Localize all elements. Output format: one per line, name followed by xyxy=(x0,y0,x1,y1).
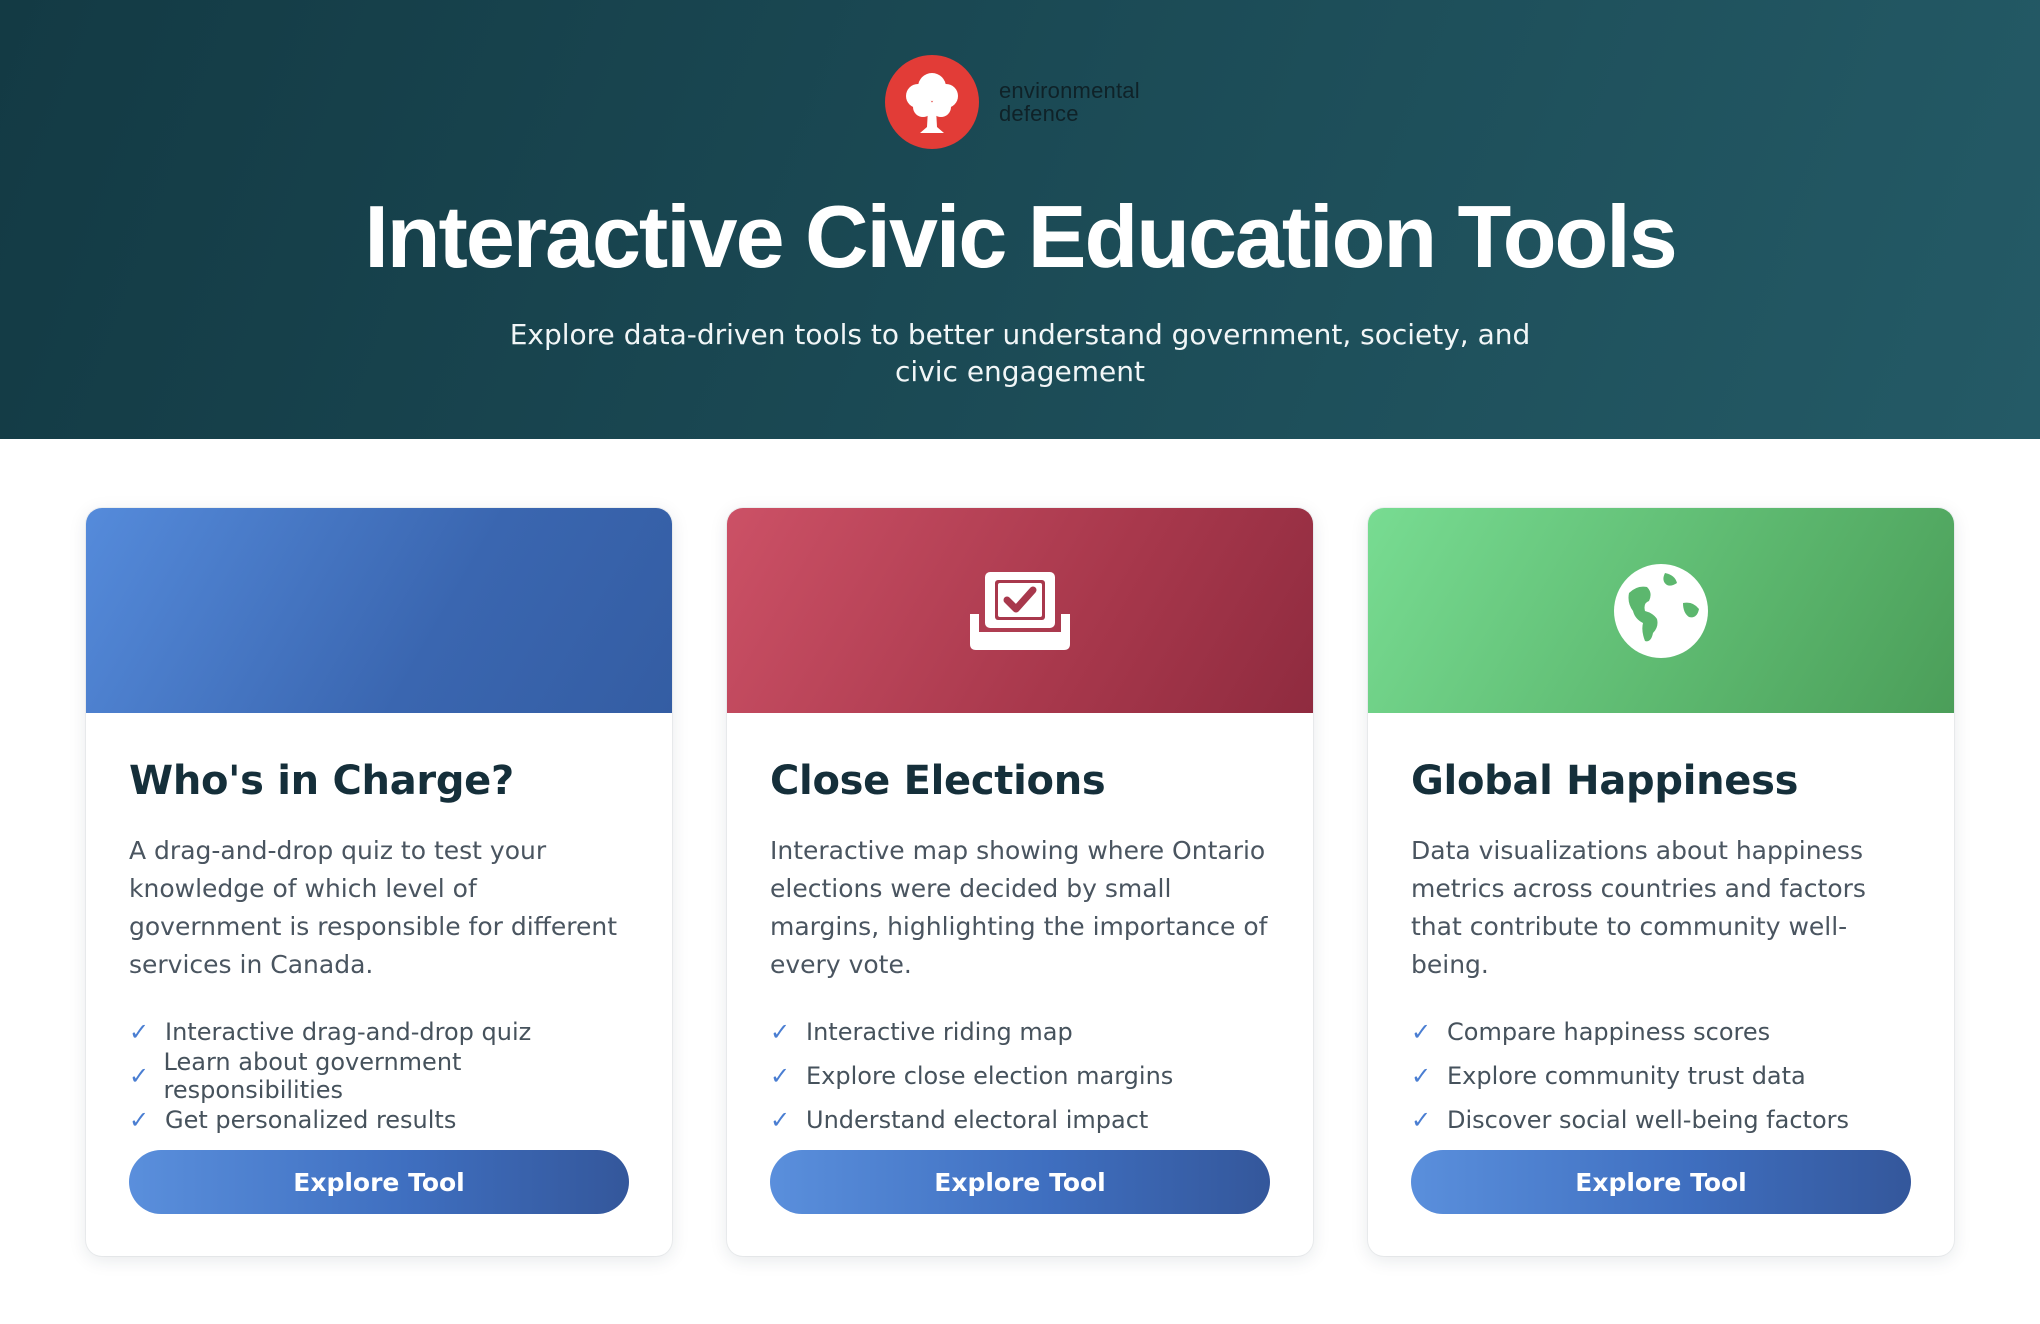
page-title: Interactive Civic Education Tools xyxy=(364,187,1677,286)
brand-line-2: defence xyxy=(999,101,1079,126)
hero-banner: environmental defence Interactive Civic … xyxy=(0,0,2040,439)
brand-line-1: environmental xyxy=(999,78,1140,103)
ballot-box-icon xyxy=(970,571,1070,650)
card-title: Global Happiness xyxy=(1411,758,1799,804)
checkmark-icon: ✓ xyxy=(129,1062,150,1090)
checkmark-icon: ✓ xyxy=(129,1106,150,1134)
card-description: Data visualizations about happiness metr… xyxy=(1411,836,1866,979)
checkmark-icon: ✓ xyxy=(1411,1018,1432,1046)
checkmark-icon: ✓ xyxy=(770,1018,791,1046)
checkmark-icon: ✓ xyxy=(129,1018,150,1046)
card-close-elections[interactable]: Close Elections Interactive map showing … xyxy=(727,508,1313,1256)
feature-text: Interactive drag-and-drop quiz xyxy=(165,1018,532,1046)
list-item: ✓ Discover social well-being factors xyxy=(1411,1098,1911,1142)
brand-logo[interactable]: environmental defence xyxy=(885,55,1140,149)
feature-list: ✓ Interactive riding map ✓ Explore close e… xyxy=(770,1010,1270,1142)
card-whos-in-charge[interactable]: Who's in Charge? A drag-and-drop quiz to… xyxy=(86,508,672,1256)
globe-icon xyxy=(1614,563,1708,658)
explore-tool-button[interactable]: Explore Tool xyxy=(1411,1150,1911,1214)
logo-badge xyxy=(885,55,979,149)
card-title: Close Elections xyxy=(770,758,1106,804)
checkmark-icon: ✓ xyxy=(1411,1106,1432,1134)
list-item: ✓ Explore community trust data xyxy=(1411,1054,1911,1098)
list-item: ✓ Get personalized results xyxy=(129,1098,629,1142)
feature-text: Compare happiness scores xyxy=(1447,1018,1771,1046)
list-item: ✓ Understand electoral impact xyxy=(770,1098,1270,1142)
card-description: Interactive map showing where Ontario el… xyxy=(770,836,1268,979)
card-banner xyxy=(727,508,1313,713)
explore-tool-button[interactable]: Explore Tool xyxy=(129,1150,629,1214)
list-item: ✓ Compare happiness scores xyxy=(1411,1010,1911,1054)
list-item: ✓ Learn about government responsibilities xyxy=(129,1048,629,1104)
explore-tool-button[interactable]: Explore Tool xyxy=(770,1150,1270,1214)
feature-list: ✓ Compare happiness scores ✓ Explore commu… xyxy=(1411,1010,1911,1142)
card-description: A drag-and-drop quiz to test your knowle… xyxy=(129,836,618,979)
checkmark-icon: ✓ xyxy=(770,1106,791,1134)
feature-text: Interactive riding map xyxy=(806,1018,1073,1046)
feature-text: Get personalized results xyxy=(165,1106,457,1134)
card-banner xyxy=(1368,508,1954,713)
feature-text: Understand electoral impact xyxy=(806,1106,1149,1134)
page-subtitle: Explore data-driven tools to better unde… xyxy=(509,318,1531,388)
card-title: Who's in Charge? xyxy=(129,758,514,804)
tree-icon xyxy=(906,73,958,133)
checkmark-icon: ✓ xyxy=(770,1062,791,1090)
feature-list: ✓ Interactive drag-and-drop quiz ✓ Learn a… xyxy=(129,1010,629,1142)
card-global-happiness[interactable]: Global Happiness Data visualizations abo… xyxy=(1368,508,1954,1256)
checkmark-icon: ✓ xyxy=(1411,1062,1432,1090)
feature-text: Explore close election margins xyxy=(806,1062,1174,1090)
list-item: ✓ Interactive riding map xyxy=(770,1010,1270,1054)
brand-name: environmental defence xyxy=(999,79,1140,125)
card-banner xyxy=(86,508,672,713)
tool-cards: Who's in Charge? A drag-and-drop quiz to… xyxy=(86,508,1954,1256)
feature-text: Discover social well-being factors xyxy=(1447,1106,1849,1134)
feature-text: Explore community trust data xyxy=(1447,1062,1806,1090)
feature-text: Learn about government responsibilities xyxy=(163,1048,462,1104)
list-item: ✓ Explore close election margins xyxy=(770,1054,1270,1098)
